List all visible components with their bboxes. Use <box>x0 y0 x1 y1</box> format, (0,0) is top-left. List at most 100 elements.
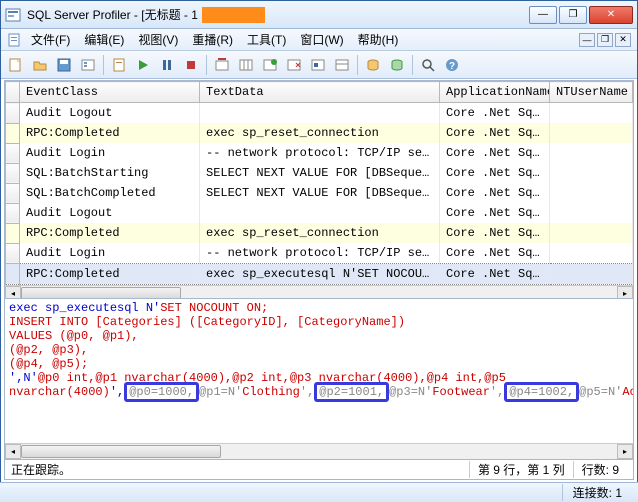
cell[interactable]: Audit Logout <box>20 203 200 223</box>
run-button[interactable] <box>132 54 154 76</box>
row-header-corner <box>6 82 20 103</box>
menu-edit[interactable]: 编辑(E) <box>78 29 130 50</box>
client-area: EventClass TextData ApplicationName NTUs… <box>4 80 634 480</box>
help-button[interactable]: ? <box>441 54 463 76</box>
cell[interactable] <box>550 163 633 183</box>
col-applicationname[interactable]: ApplicationName <box>440 82 550 103</box>
clear-button[interactable] <box>211 54 233 76</box>
cell[interactable]: RPC:Completed <box>20 264 200 285</box>
cell[interactable]: Audit Logout <box>20 103 200 124</box>
menu-file[interactable]: 文件(F) <box>25 29 76 50</box>
trace-grid[interactable]: EventClass TextData ApplicationName NTUs… <box>5 81 633 285</box>
cell[interactable]: Core .Net Sq... <box>440 264 550 285</box>
scroll-thumb[interactable] <box>21 287 181 299</box>
find-button[interactable] <box>417 54 439 76</box>
cell[interactable]: Core .Net Sq... <box>440 243 550 264</box>
cell[interactable] <box>550 103 633 124</box>
menu-help[interactable]: 帮助(H) <box>352 29 405 50</box>
maximize-button[interactable]: ❐ <box>559 6 587 24</box>
toggle-button[interactable] <box>283 54 305 76</box>
cell[interactable]: Core .Net Sq... <box>440 143 550 163</box>
grid-horizontal-scrollbar[interactable]: ◂ ▸ <box>5 285 633 298</box>
mdi-restore-button[interactable]: ❐ <box>597 33 613 47</box>
row-header <box>6 143 20 163</box>
table-row[interactable]: SQL:BatchCompletedSELECT NEXT VALUE FOR … <box>6 183 633 203</box>
cell[interactable]: exec sp_reset_connection <box>200 123 440 143</box>
cell[interactable]: Core .Net Sq... <box>440 163 550 183</box>
cell[interactable]: exec sp_executesql N'SET NOCOUNT ON... <box>200 264 440 285</box>
scroll-left-icon[interactable]: ◂ <box>5 286 21 299</box>
cell[interactable]: SQL:BatchStarting <box>20 163 200 183</box>
cell[interactable] <box>550 123 633 143</box>
properties-button[interactable] <box>77 54 99 76</box>
cell[interactable]: Audit Login <box>20 143 200 163</box>
cell[interactable]: Audit Login <box>20 243 200 264</box>
menu-replay[interactable]: 重播(R) <box>186 29 239 50</box>
code-horizontal-scrollbar[interactable]: ◂ ▸ <box>5 443 633 459</box>
cell[interactable]: Core .Net Sq... <box>440 103 550 124</box>
dta-button[interactable] <box>386 54 408 76</box>
cell[interactable]: Core .Net Sq... <box>440 123 550 143</box>
minimize-button[interactable]: — <box>529 6 557 24</box>
menu-view[interactable]: 视图(V) <box>132 29 184 50</box>
col-ntusername[interactable]: NTUserName <box>550 82 633 103</box>
status-rowcount: 行数: 9 <box>573 461 627 478</box>
cell[interactable]: Core .Net Sq... <box>440 223 550 243</box>
filter-button[interactable] <box>307 54 329 76</box>
title-redacted <box>202 7 265 23</box>
cell[interactable]: Core .Net Sq... <box>440 183 550 203</box>
cell[interactable] <box>550 264 633 285</box>
cell[interactable] <box>200 103 440 124</box>
window-title: SQL Server Profiler - [无标题 - 1 <box>27 6 198 23</box>
sql-detail-pane[interactable]: exec sp_executesql N'SET NOCOUNT ON; INS… <box>5 299 633 443</box>
stop-button[interactable] <box>180 54 202 76</box>
bookmark-button[interactable] <box>259 54 281 76</box>
table-row[interactable]: Audit Logout Core .Net Sq... <box>6 103 633 124</box>
cell[interactable] <box>550 243 633 264</box>
cell[interactable] <box>550 203 633 223</box>
cell[interactable] <box>550 183 633 203</box>
table-row[interactable]: RPC:Completedexec sp_reset_connectionCor… <box>6 223 633 243</box>
cell[interactable] <box>200 203 440 223</box>
table-row[interactable]: RPC:Completedexec sp_reset_connectionCor… <box>6 123 633 143</box>
pause-button[interactable] <box>156 54 178 76</box>
scroll-right-icon[interactable]: ▸ <box>617 286 633 299</box>
scroll-left-icon[interactable]: ◂ <box>5 444 21 459</box>
cell[interactable]: Core .Net Sq... <box>440 203 550 223</box>
template-button[interactable] <box>108 54 130 76</box>
cell[interactable] <box>550 143 633 163</box>
cell[interactable]: exec sp_reset_connection <box>200 223 440 243</box>
new-trace-button[interactable] <box>5 54 27 76</box>
col-eventclass[interactable]: EventClass <box>20 82 200 103</box>
cell[interactable]: SELECT NEXT VALUE FOR [DBSequenceHiLo] <box>200 183 440 203</box>
mdi-minimize-button[interactable]: — <box>579 33 595 47</box>
cell[interactable] <box>550 223 633 243</box>
cell[interactable]: RPC:Completed <box>20 223 200 243</box>
table-row[interactable]: SQL:BatchStartingSELECT NEXT VALUE FOR [… <box>6 163 633 183</box>
cell[interactable]: -- network protocol: TCP/IP set qu... <box>200 143 440 163</box>
mdi-close-button[interactable]: ✕ <box>615 33 631 47</box>
table-row[interactable]: Audit Login-- network protocol: TCP/IP s… <box>6 143 633 163</box>
close-button[interactable]: ✕ <box>589 6 633 24</box>
scroll-thumb[interactable] <box>21 445 221 458</box>
open-button[interactable] <box>29 54 51 76</box>
scroll-right-icon[interactable]: ▸ <box>617 444 633 459</box>
table-row[interactable]: Audit Logout Core .Net Sq... <box>6 203 633 223</box>
col-textdata[interactable]: TextData <box>200 82 440 103</box>
cell[interactable]: SQL:BatchCompleted <box>20 183 200 203</box>
cell[interactable]: SELECT NEXT VALUE FOR [DBSequenceHiLo] <box>200 163 440 183</box>
cell[interactable]: -- network protocol: TCP/IP set qu... <box>200 243 440 264</box>
menu-window[interactable]: 窗口(W) <box>294 29 349 50</box>
trace-grid-wrap: EventClass TextData ApplicationName NTUs… <box>5 81 633 299</box>
save-button[interactable] <box>53 54 75 76</box>
menu-tools[interactable]: 工具(T) <box>241 29 292 50</box>
columns-button[interactable] <box>235 54 257 76</box>
table-row[interactable]: RPC:Completedexec sp_executesql N'SET NO… <box>6 264 633 285</box>
status-connections: 连接数: 1 <box>562 484 632 501</box>
ssms-button[interactable] <box>362 54 384 76</box>
table-row[interactable]: Audit Login-- network protocol: TCP/IP s… <box>6 243 633 264</box>
row-header <box>6 203 20 223</box>
organize-button[interactable] <box>331 54 353 76</box>
app-icon <box>5 7 21 23</box>
cell[interactable]: RPC:Completed <box>20 123 200 143</box>
